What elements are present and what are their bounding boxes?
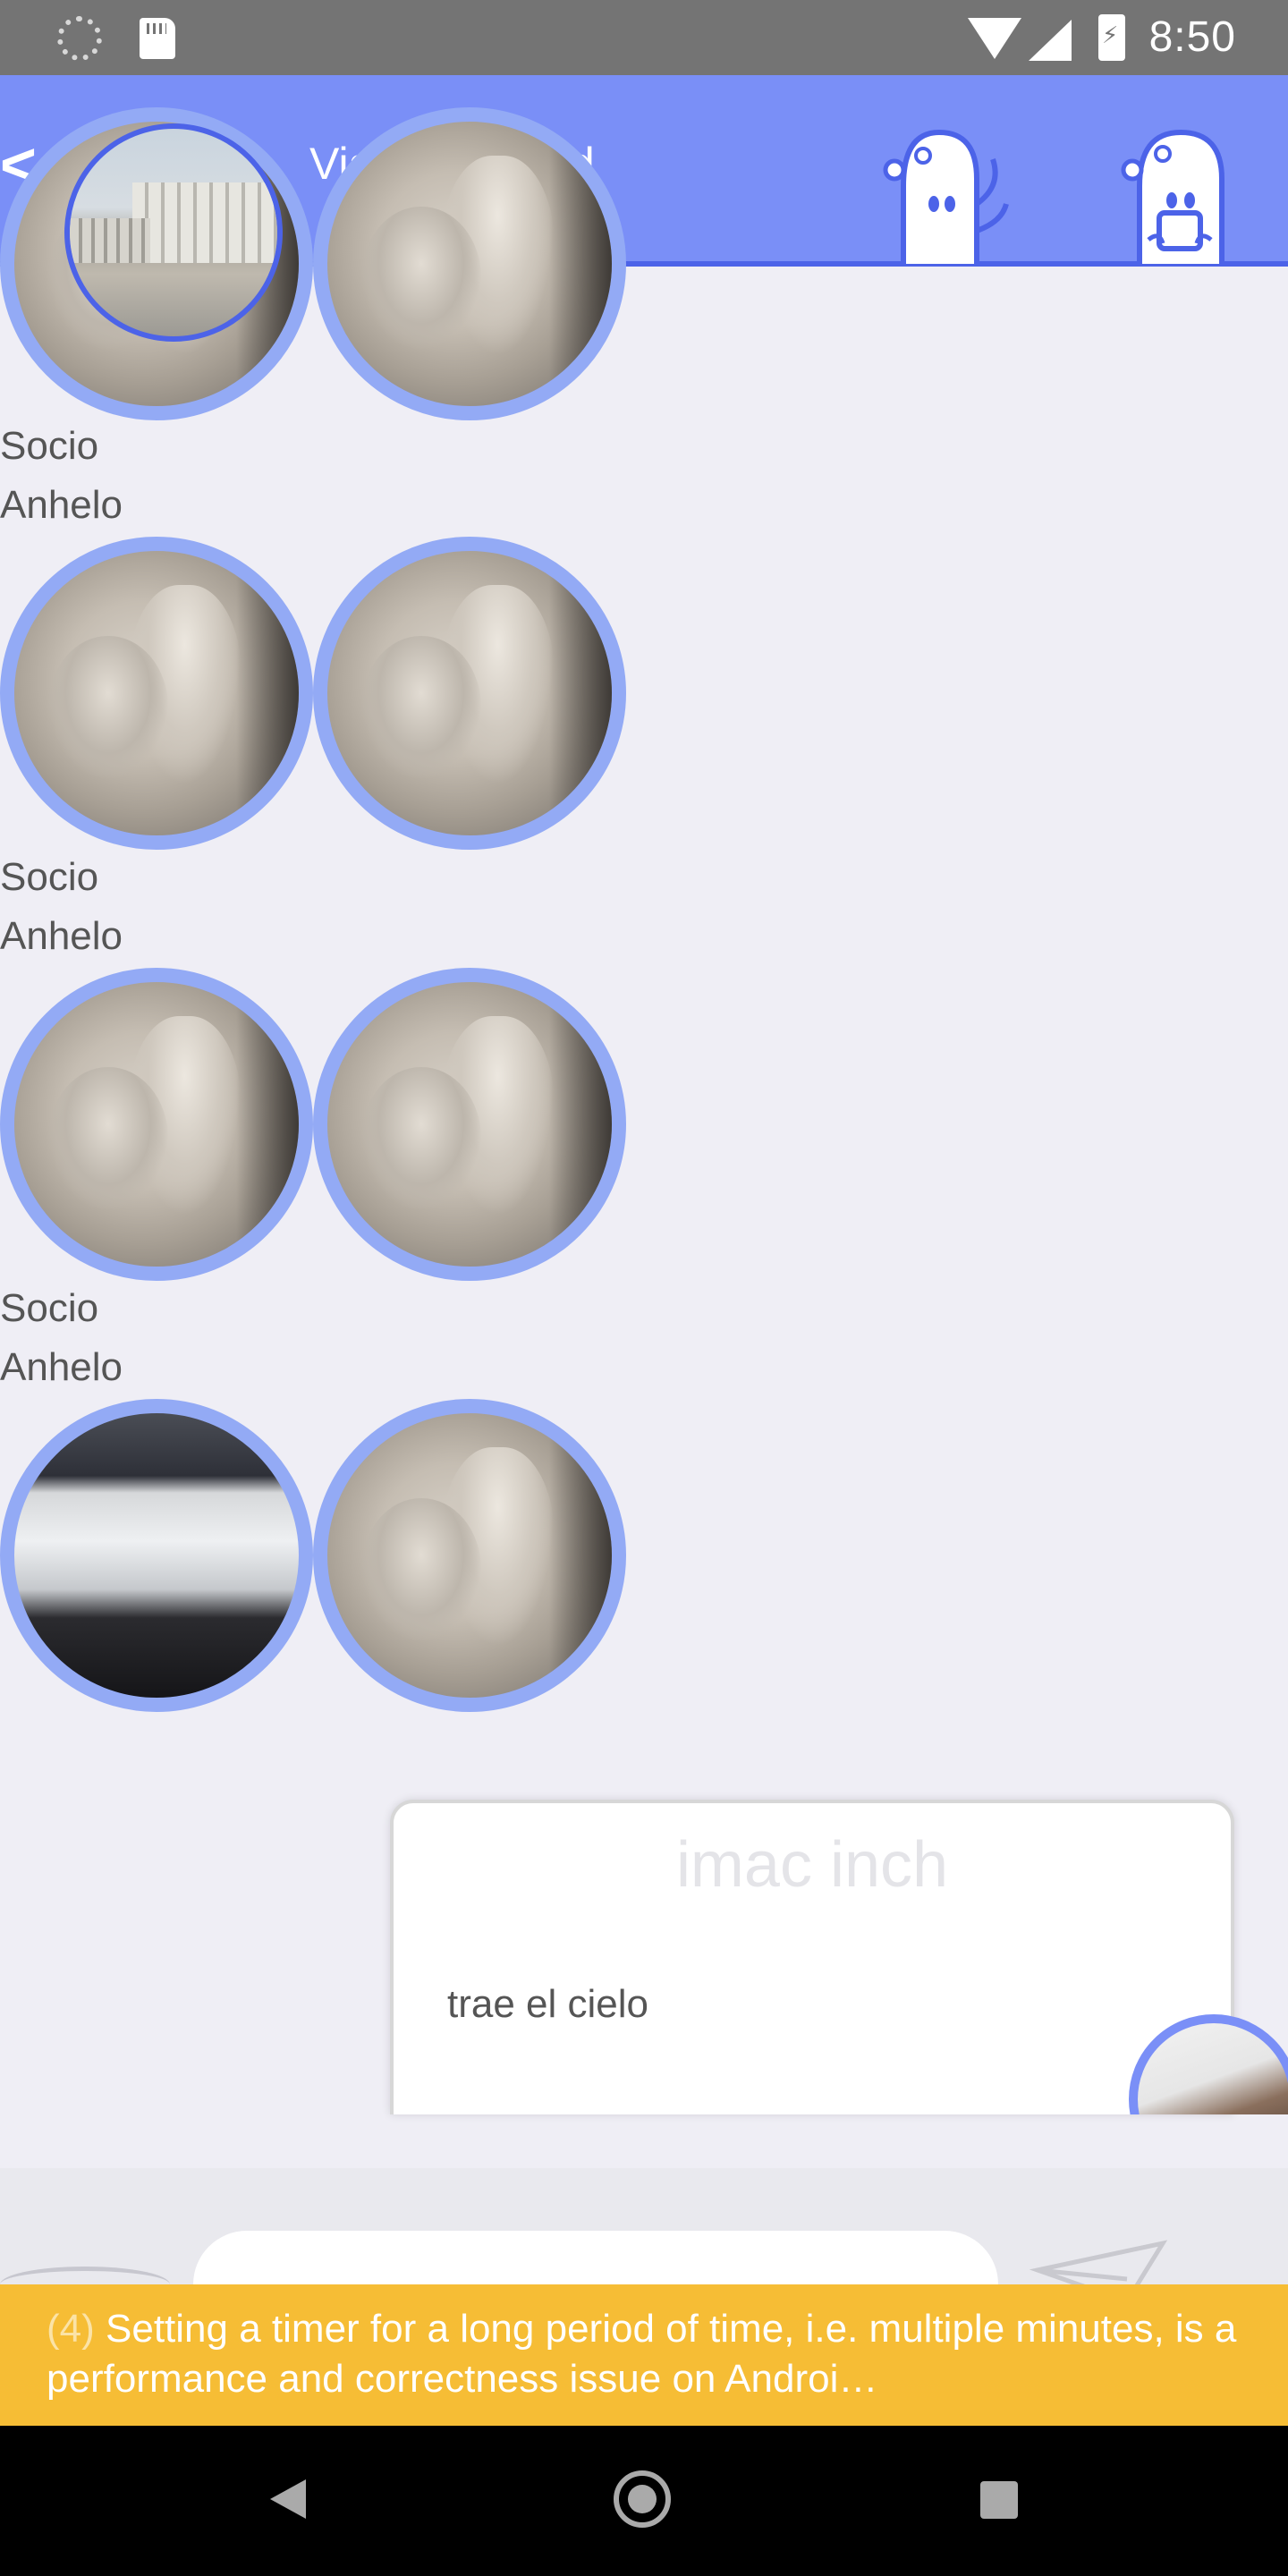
- nav-back-icon[interactable]: [270, 2479, 306, 2519]
- ghost-phone-icon[interactable]: [1113, 123, 1256, 267]
- chat-header: < Viaje a madrid: [0, 75, 1288, 342]
- sender-avatar[interactable]: [1129, 2014, 1288, 2114]
- loading-icon: [57, 16, 102, 61]
- label-socio: Socio: [0, 1286, 99, 1330]
- ghost-wave-icon[interactable]: [868, 123, 1011, 267]
- photo-thumbnail[interactable]: [313, 107, 626, 420]
- photo-thumbnail[interactable]: [0, 968, 313, 1281]
- wifi-icon: [968, 18, 1021, 59]
- label-anhelo: Anhelo: [0, 1345, 123, 1389]
- card-body: trae el cielo: [447, 1982, 649, 2026]
- photo-thumbnail[interactable]: [313, 1399, 626, 1712]
- status-bar: 8:50: [0, 0, 1288, 75]
- battery-charging-icon: [1098, 14, 1125, 61]
- photo-thumbnail[interactable]: [313, 537, 626, 850]
- group-avatar[interactable]: [64, 123, 283, 342]
- warning-toast[interactable]: (4) Setting a timer for a long period of…: [0, 2284, 1288, 2426]
- photo-thumbnail[interactable]: [0, 537, 313, 850]
- label-anhelo: Anhelo: [0, 483, 123, 527]
- system-nav-bar: [0, 2426, 1288, 2576]
- photo-thumbnail[interactable]: [313, 968, 626, 1281]
- label-socio: Socio: [0, 855, 99, 899]
- nav-recents-icon[interactable]: [980, 2481, 1018, 2519]
- photo-thumbnail[interactable]: [0, 1399, 313, 1712]
- warning-count: (4): [47, 2307, 95, 2351]
- card-title: imac inch: [675, 1829, 949, 1901]
- message-composer: [0, 2168, 1288, 2338]
- label-anhelo: Anhelo: [0, 914, 123, 958]
- sd-card-icon: [140, 18, 175, 59]
- status-time: 8:50: [1148, 13, 1236, 61]
- nav-home-icon[interactable]: [614, 2470, 671, 2528]
- cell-signal-icon: [1029, 20, 1072, 61]
- warning-message: Setting a timer for a long period of tim…: [47, 2307, 1237, 2401]
- message-card[interactable]: imac inch trae el cielo: [390, 1800, 1234, 2114]
- label-socio: Socio: [0, 424, 99, 468]
